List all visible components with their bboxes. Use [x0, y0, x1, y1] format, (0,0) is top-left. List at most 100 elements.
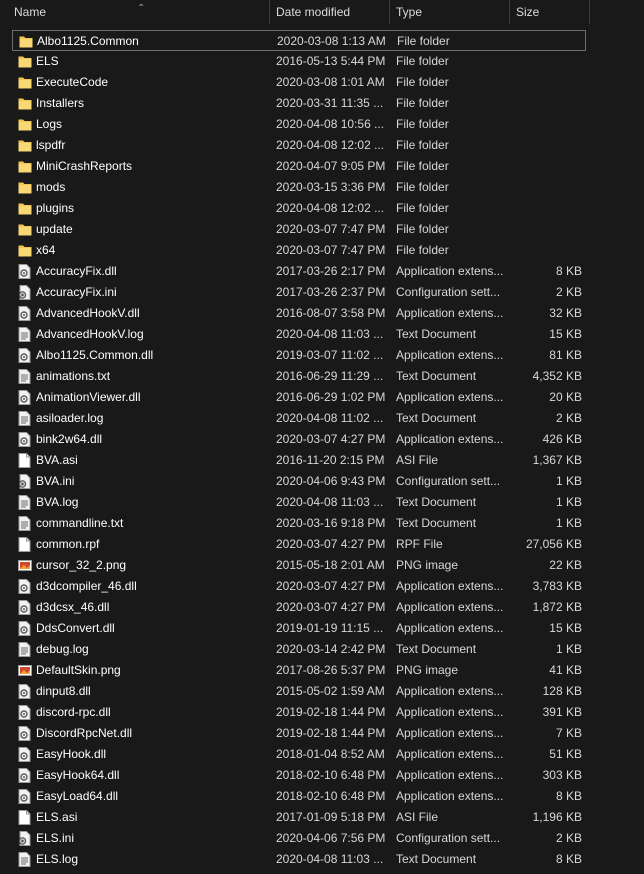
file-date-modified: 2020-04-08 11:03 ... [276, 495, 384, 509]
file-row[interactable]: AdvancedHookV.log 2020-04-08 11:03 ... Tex… [12, 324, 586, 345]
file-row[interactable]: ELS 2016-05-13 5:44 PM File folder [12, 51, 586, 72]
column-header-name-label: Name [14, 5, 47, 19]
file-type: Application extens... [396, 684, 504, 698]
file-row[interactable]: x64 2020-03-07 7:47 PM File folder [12, 240, 586, 261]
column-header-name[interactable]: Name ⌃ [0, 0, 270, 24]
file-date-modified: 2020-04-08 12:02 ... [276, 138, 385, 152]
file-size: 22 KB [549, 558, 582, 572]
file-row[interactable]: AccuracyFix.dll 2017-03-26 2:17 PM Applica… [12, 261, 586, 282]
file-row[interactable]: common.rpf 2020-03-07 4:27 PM RPF File 27,0… [12, 534, 586, 555]
file-name: EasyLoad64.dll [36, 789, 119, 803]
file-date-modified: 2020-03-31 11:35 ... [276, 96, 384, 110]
file-row[interactable]: d3dcsx_46.dll 2020-03-07 4:27 PM Applicati… [12, 597, 586, 618]
file-row[interactable]: update 2020-03-07 7:47 PM File folder [12, 219, 586, 240]
file-name: EasyHook.dll [36, 747, 107, 761]
file-row[interactable]: dinput8.dll 2015-05-02 1:59 AM Application… [12, 681, 586, 702]
file-row[interactable]: DdsConvert.dll 2019-01-19 11:15 ... Applic… [12, 618, 586, 639]
file-type: File folder [396, 117, 449, 131]
column-header-date-modified[interactable]: Date modified [270, 0, 390, 24]
file-row[interactable]: ELS.asi 2017-01-09 5:18 PM ASI File 1,196 K… [12, 807, 586, 828]
file-row[interactable]: Albo1125.Common 2020-03-08 1:13 AM File fo… [12, 30, 586, 51]
file-type: File folder [396, 201, 449, 215]
file-icon [18, 810, 31, 825]
file-type: Application extens... [396, 432, 504, 446]
file-date-modified: 2016-06-29 11:29 ... [276, 369, 384, 383]
folder-icon [18, 243, 32, 258]
file-row[interactable]: DefaultSkin.png 2017-08-26 5:37 PM PNG ima… [12, 660, 586, 681]
file-name: BVA.ini [36, 474, 75, 488]
dll-icon [18, 264, 31, 279]
file-row[interactable]: commandline.txt 2020-03-16 9:18 PM Text Do… [12, 513, 586, 534]
file-type: File folder [396, 138, 449, 152]
file-date-modified: 2016-06-29 1:02 PM [276, 390, 386, 404]
file-row[interactable]: d3dcompiler_46.dll 2020-03-07 4:27 PM Appl… [12, 576, 586, 597]
file-row[interactable]: cursor_32_2.png 2015-05-18 2:01 AM PNG ima… [12, 555, 586, 576]
file-date-modified: 2020-03-16 9:18 PM [276, 516, 386, 530]
file-type: RPF File [396, 537, 443, 551]
file-icon [18, 537, 31, 552]
file-date-modified: 2020-03-15 3:36 PM [276, 180, 386, 194]
file-date-modified: 2020-04-08 12:02 ... [276, 201, 385, 215]
file-type: Application extens... [396, 705, 504, 719]
file-row[interactable]: BVA.ini 2020-04-06 9:43 PM Configuration s… [12, 471, 586, 492]
column-header-size[interactable]: Size [510, 0, 590, 24]
file-date-modified: 2018-02-10 6:48 PM [276, 789, 386, 803]
file-type: Text Document [396, 642, 477, 656]
file-type: Application extens... [396, 726, 504, 740]
file-row[interactable]: debug.log 2020-03-14 2:42 PM Text Document… [12, 639, 586, 660]
file-row[interactable]: Albo1125.Common.dll 2019-03-07 11:02 ... A… [12, 345, 586, 366]
text-icon [18, 327, 31, 342]
file-row[interactable]: discord-rpc.dll 2019-02-18 1:44 PM Applica… [12, 702, 586, 723]
file-row[interactable]: Installers 2020-03-31 11:35 ... File folde… [12, 93, 586, 114]
file-row[interactable]: animations.txt 2016-06-29 11:29 ... Text D… [12, 366, 586, 387]
dll-icon [18, 306, 31, 321]
file-size: 15 KB [549, 327, 582, 341]
file-row[interactable]: EasyHook.dll 2018-01-04 8:52 AM Applicatio… [12, 744, 586, 765]
file-size: 81 KB [549, 348, 582, 362]
image-icon [18, 558, 32, 573]
file-row[interactable]: AdvancedHookV.dll 2016-08-07 3:58 PM Appli… [12, 303, 586, 324]
file-size: 4,352 KB [532, 369, 582, 383]
file-row[interactable]: ELS.ini 2020-04-06 7:56 PM Configuration s… [12, 828, 586, 849]
file-row[interactable]: bink2w64.dll 2020-03-07 4:27 PM Applicatio… [12, 429, 586, 450]
file-name: AdvancedHookV.log [36, 327, 144, 341]
file-date-modified: 2020-03-08 1:01 AM [276, 75, 385, 89]
file-name: AccuracyFix.ini [36, 285, 117, 299]
ini-icon [18, 285, 31, 300]
file-row[interactable]: mods 2020-03-15 3:36 PM File folder [12, 177, 586, 198]
file-row[interactable]: EasyHook64.dll 2018-02-10 6:48 PM Applicat… [12, 765, 586, 786]
file-size: 8 KB [555, 852, 582, 866]
file-row[interactable]: asiloader.log 2020-04-08 11:02 ... Text Do… [12, 408, 586, 429]
column-header-type[interactable]: Type [390, 0, 510, 24]
file-row[interactable]: BVA.asi 2016-11-20 2:15 PM ASI File 1,367 K… [12, 450, 586, 471]
file-type: Configuration sett... [396, 285, 501, 299]
file-name: bink2w64.dll [36, 432, 103, 446]
text-icon [18, 516, 31, 531]
file-size: 426 KB [542, 432, 582, 446]
file-name: AccuracyFix.dll [36, 264, 117, 278]
file-size: 20 KB [549, 390, 582, 404]
file-row[interactable]: lspdfr 2020-04-08 12:02 ... File folder [12, 135, 586, 156]
file-row[interactable]: AnimationViewer.dll 2016-06-29 1:02 PM App… [12, 387, 586, 408]
file-size: 2 KB [555, 285, 582, 299]
file-row[interactable]: ExecuteCode 2020-03-08 1:01 AM File folder [12, 72, 586, 93]
file-type: PNG image [396, 558, 459, 572]
file-type: ASI File [396, 453, 439, 467]
file-type: Configuration sett... [396, 474, 501, 488]
file-row[interactable]: plugins 2020-04-08 12:02 ... File folder [12, 198, 586, 219]
file-row[interactable]: MiniCrashReports 2020-04-07 9:05 PM File f… [12, 156, 586, 177]
file-row[interactable]: ELS.log 2020-04-08 11:03 ... Text Document… [12, 849, 586, 870]
file-type: PNG image [396, 663, 459, 677]
file-row[interactable]: AccuracyFix.ini 2017-03-26 2:37 PM Configu… [12, 282, 586, 303]
file-size: 51 KB [549, 747, 582, 761]
file-row[interactable]: Logs 2020-04-08 10:56 ... File folder [12, 114, 586, 135]
file-row[interactable]: EasyLoad64.dll 2018-02-10 6:48 PM Applicat… [12, 786, 586, 807]
file-date-modified: 2020-03-07 4:27 PM [276, 432, 386, 446]
file-type: File folder [397, 34, 450, 48]
file-type: Text Document [396, 369, 477, 383]
folder-icon [19, 34, 33, 49]
file-date-modified: 2015-05-18 2:01 AM [276, 558, 385, 572]
file-row[interactable]: BVA.log 2020-04-08 11:03 ... Text Document… [12, 492, 586, 513]
file-date-modified: 2020-03-07 7:47 PM [276, 222, 386, 236]
file-row[interactable]: DiscordRpcNet.dll 2019-02-18 1:44 PM Appli… [12, 723, 586, 744]
